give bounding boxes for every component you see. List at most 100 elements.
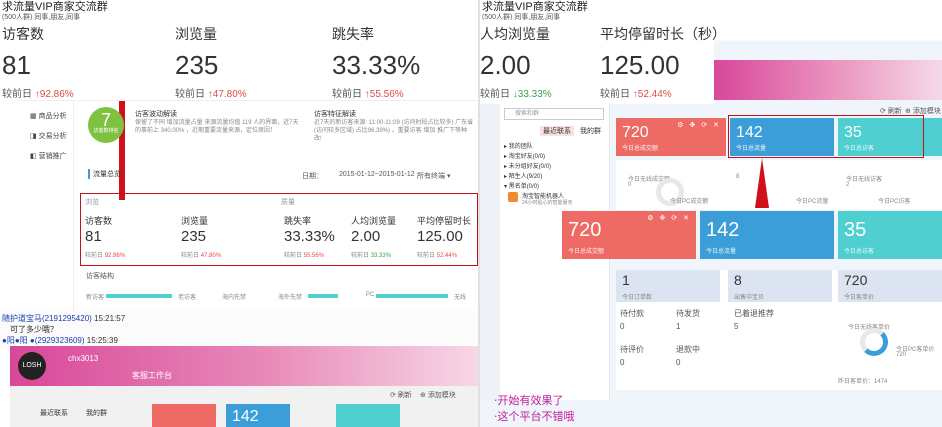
metric-compare: 较前日 ↑92.86%	[2, 89, 74, 100]
ring-chart	[860, 328, 888, 356]
state-value: 0	[620, 322, 625, 331]
dashboard-sidebar: ▦ 商品分析 ◨ 交易分析 ◧ 营销推广	[22, 101, 74, 311]
contact-group[interactable]: ▸ 淘宝好友(0/0)	[504, 151, 545, 160]
date-range[interactable]: 2015-01-12~2015-01-12	[339, 171, 415, 178]
workbench-banner: LOSH chx3013 客服工作台	[10, 346, 478, 386]
order-title: 今日订单数	[622, 295, 653, 301]
left-panel: 求流量VIP商家交流群 (500人群) 同事,朋友,同事 访客数 81 较前日 …	[0, 0, 489, 427]
box-metric-label: 人均浏览量	[351, 216, 397, 226]
tile-visitors-large: 35 今日总访客	[838, 211, 942, 259]
box-metric-compare: 较前日 33.33%	[351, 253, 392, 259]
sidebar-item-marketing[interactable]: ◧ 营销推广	[30, 151, 67, 161]
contact-group[interactable]: ▾ 黑名单(0/0)	[504, 181, 539, 190]
terminal-select[interactable]: 所有终端 ▾	[417, 171, 450, 181]
chat-user: 随护道宝马(2191295420) 15:21:57	[2, 314, 126, 323]
sold-value: 8	[734, 272, 742, 288]
box-metric-value: 125.00	[417, 228, 463, 245]
price-block: 720 今日客单价	[838, 270, 942, 302]
banner-title: 客服工作台	[132, 371, 172, 380]
bar-pc	[376, 294, 448, 298]
order-value: 1	[622, 272, 630, 288]
visit-title: 访客波动解读	[135, 111, 177, 118]
metric-value: 235	[175, 50, 219, 80]
contact-group[interactable]: ▸ 陌生人(9/20)	[504, 171, 542, 180]
box-metric-compare: 较前日 52.44%	[417, 253, 458, 259]
state-value: 5	[734, 322, 739, 331]
metric-value: 2.00	[480, 50, 531, 80]
state-label[interactable]: 退款中	[676, 344, 700, 355]
bar-new	[106, 294, 172, 298]
tile-sales-large: 720 今日总成交额 ⚙ ✥ ⟳ ✕	[562, 211, 696, 259]
left-rail	[480, 104, 500, 400]
box-metric-compare: 较前日 47.80%	[181, 253, 222, 259]
price-value: 720	[844, 272, 868, 288]
tile-controls-icon[interactable]: ⚙ ✥ ⟳ ✕	[677, 121, 721, 129]
grid-icon: ▦	[30, 113, 37, 120]
add-module-button[interactable]: ⊕ 添加模块	[420, 390, 456, 400]
chat-user: ●阳●阳 ●(2929323609) 15:25:39	[2, 336, 118, 345]
cart-icon: ◨	[30, 133, 37, 140]
metric-value: 125.00	[600, 50, 680, 80]
chevron-down-icon: ▾	[446, 173, 451, 180]
contact-group[interactable]: ▸ 未分组好友(0/0)	[504, 161, 551, 170]
group-subtitle: (500人群) 同事,朋友,同事	[2, 14, 81, 21]
tab-recent[interactable]: 最近联系	[540, 126, 574, 136]
tile-traffic-large: 142 今日总流量	[700, 211, 834, 259]
row-label: PC	[366, 292, 375, 298]
metric-compare: 较前日 ↓33.33%	[480, 89, 552, 100]
contact-search-input[interactable]: 搜索和群	[504, 108, 604, 120]
feature-text: 近7天的新访客来源: 11:00-11:09 (访问时段占比较多) 广东省 (访…	[314, 120, 474, 142]
tab-groups[interactable]: 我的群	[86, 408, 107, 418]
robot-icon	[508, 192, 518, 202]
order-block: 1 今日订单数	[616, 270, 720, 302]
flow-title: 流量总览	[88, 169, 121, 179]
state-value: 0	[676, 358, 681, 367]
structure-row: 新访客 老访客 海内先禁 海外先禁 PC 无线	[80, 283, 478, 307]
feature-title: 访客特征解读	[314, 111, 356, 118]
ring-label: 今日PC成交额	[670, 199, 709, 205]
price-title: 今日客单价	[844, 295, 875, 301]
row-label: 新访客	[86, 295, 105, 301]
ring-row: 今日无线成交额 0 今日PC成交额 8 今日PC流量 今日无线访客 2 今日PC…	[616, 160, 942, 210]
tile-sales: 720 今日总成交额 ⚙ ✥ ⟳ ✕	[616, 118, 726, 156]
order-area: 1 今日订单数 8 出售中宝贝 720 今日客单价 待付款 0 待发货 1 已着…	[616, 270, 942, 390]
robot-desc: 24小时贴心的智能服务	[522, 200, 573, 206]
metric-value: 81	[2, 50, 31, 80]
box-metric-value: 33.33%	[284, 228, 335, 245]
sold-title: 出售中宝贝	[734, 295, 765, 301]
metric-label: 浏览量	[175, 26, 217, 42]
metric-label: 人均浏览量	[480, 26, 550, 42]
tab-groups[interactable]: 我的群	[580, 126, 601, 136]
red-pointer-arrow	[755, 158, 769, 208]
contact-group[interactable]: ▸ 我的团队	[504, 141, 533, 150]
row-label: 无线	[454, 295, 467, 301]
row-label: 海外先禁	[278, 295, 303, 301]
visit-text: 保留了不同 增加流量占量 来源流量均值 119 人的界面，近7天的事前上 340…	[135, 120, 299, 134]
metric-label: 平均停留时长（秒）	[600, 26, 726, 42]
chat-note: ·开始有效果了	[494, 394, 564, 407]
screenshot-collage: { "left": { "group_title": "求流量VIP商家交流群"…	[0, 0, 942, 427]
state-label[interactable]: 待评价	[620, 344, 644, 355]
bar-overseas	[308, 294, 338, 298]
state-value: 0	[620, 358, 625, 367]
avatar: LOSH	[18, 352, 46, 380]
state-label[interactable]: 已着退推荐	[734, 308, 774, 319]
sidebar-item-goods[interactable]: ▦ 商品分析	[30, 111, 67, 121]
mini-workbench: ⟳ 刷新 ⊕ 添加模块 最近联系 我的群 142	[10, 386, 478, 427]
sidebar-item-trade[interactable]: ◨ 交易分析	[30, 131, 67, 141]
tab-recent[interactable]: 最近联系	[40, 408, 68, 418]
refresh-button[interactable]: ⟳ 刷新	[390, 390, 412, 400]
ring-label: 今日PC流量	[796, 199, 829, 205]
state-label[interactable]: 待付款	[620, 308, 644, 319]
tile-controls-icon[interactable]: ⚙ ✥ ⟳ ✕	[647, 214, 691, 222]
state-label[interactable]: 待发货	[676, 308, 700, 319]
box-metric-label: 跳失率	[284, 216, 312, 226]
ring-label: 今日PC访客	[878, 199, 911, 205]
right-panel: 求流量VIP商家交流群 (500人群) 同事,朋友,同事 人均浏览量 2.00 …	[480, 0, 942, 427]
row-label: 海内先禁	[222, 295, 247, 301]
highlight-box	[728, 115, 924, 158]
ring-value: 2	[846, 182, 850, 188]
mini-tile-visitors	[336, 404, 400, 427]
state-value: 1	[676, 322, 681, 331]
banner-user: chx3013	[68, 354, 99, 363]
